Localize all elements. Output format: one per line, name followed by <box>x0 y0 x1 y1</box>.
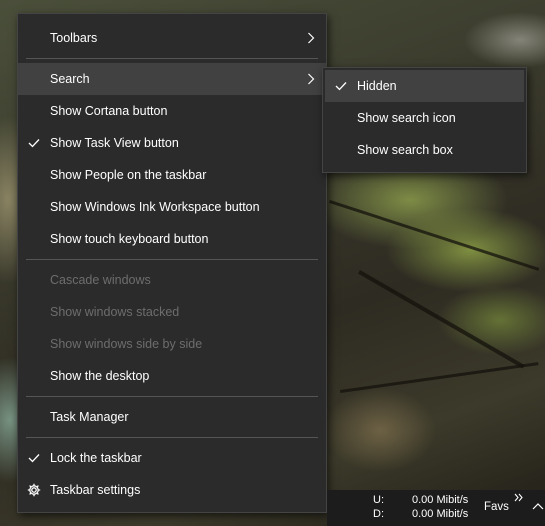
menu-item-label: Cascade windows <box>50 273 151 287</box>
chevron-up-icon[interactable] <box>532 501 545 513</box>
submenu-item-label: Hidden <box>357 79 397 93</box>
menu-item-show-cortana-button[interactable]: Show Cortana button <box>18 95 326 127</box>
menu-item-show-windows-side-by-side: Show windows side by side <box>18 328 326 360</box>
taskbar: U: 0.00 Mibit/s D: 0.00 Mibit/s Favs <box>327 490 545 526</box>
submenu-item-show-search-icon[interactable]: Show search icon <box>325 102 524 134</box>
menu-item-show-people[interactable]: Show People on the taskbar <box>18 159 326 191</box>
menu-item-lock-taskbar[interactable]: Lock the taskbar <box>18 442 326 474</box>
menu-item-cascade-windows: Cascade windows <box>18 264 326 296</box>
download-speed: 0.00 Mibit/s <box>412 508 469 520</box>
menu-item-show-windows-ink[interactable]: Show Windows Ink Workspace button <box>18 191 326 223</box>
menu-item-label: Show Windows Ink Workspace button <box>50 200 260 214</box>
chevron-right-icon <box>306 22 316 54</box>
menu-item-label: Show Cortana button <box>50 104 168 118</box>
menu-item-label: Taskbar settings <box>50 483 141 497</box>
submenu-item-label: Show search box <box>357 143 453 157</box>
menu-item-label: Show People on the taskbar <box>50 168 207 182</box>
menu-separator <box>26 58 318 59</box>
menu-item-task-manager[interactable]: Task Manager <box>18 401 326 433</box>
menu-item-show-task-view-button[interactable]: Show Task View button <box>18 127 326 159</box>
menu-item-label: Show the desktop <box>50 369 150 383</box>
menu-item-label: Lock the taskbar <box>50 451 142 465</box>
submenu-item-show-search-box[interactable]: Show search box <box>325 134 524 166</box>
checkmark-icon <box>27 442 41 474</box>
submenu-item-hidden[interactable]: Hidden <box>325 70 524 102</box>
menu-item-label: Show windows side by side <box>50 337 203 351</box>
checkmark-icon <box>27 127 41 159</box>
checkmark-icon <box>334 70 348 102</box>
search-submenu: Hidden Show search icon Show search box <box>322 67 527 173</box>
network-meter[interactable]: U: 0.00 Mibit/s D: 0.00 Mibit/s <box>327 490 477 526</box>
double-chevron-right-icon[interactable] <box>514 493 526 503</box>
menu-item-label: Show touch keyboard button <box>50 232 209 246</box>
taskbar-context-menu: Toolbars Search Show Cortana button Show… <box>17 13 327 513</box>
menu-separator <box>26 437 318 438</box>
menu-item-taskbar-settings[interactable]: Taskbar settings <box>18 474 326 506</box>
submenu-item-label: Show search icon <box>357 111 456 125</box>
menu-item-label: Search <box>50 72 90 86</box>
wallpaper-detail <box>329 200 540 271</box>
menu-item-show-desktop[interactable]: Show the desktop <box>18 360 326 392</box>
wallpaper-detail <box>340 362 539 393</box>
upload-label: U: <box>373 494 384 506</box>
menu-item-label: Toolbars <box>50 31 98 45</box>
menu-item-show-windows-stacked: Show windows stacked <box>18 296 326 328</box>
favs-toolbar-label[interactable]: Favs <box>484 501 509 514</box>
menu-item-search[interactable]: Search <box>18 63 326 95</box>
menu-item-show-touch-keyboard[interactable]: Show touch keyboard button <box>18 223 326 255</box>
menu-item-label: Task Manager <box>50 410 129 424</box>
download-label: D: <box>373 508 384 520</box>
menu-item-label: Show windows stacked <box>50 305 180 319</box>
chevron-right-icon <box>306 63 316 95</box>
menu-item-toolbars[interactable]: Toolbars <box>18 22 326 54</box>
menu-separator <box>26 259 318 260</box>
gear-icon <box>27 474 41 506</box>
menu-separator <box>26 396 318 397</box>
upload-speed: 0.00 Mibit/s <box>412 494 469 506</box>
wallpaper-detail <box>358 270 525 369</box>
menu-item-label: Show Task View button <box>50 136 179 150</box>
